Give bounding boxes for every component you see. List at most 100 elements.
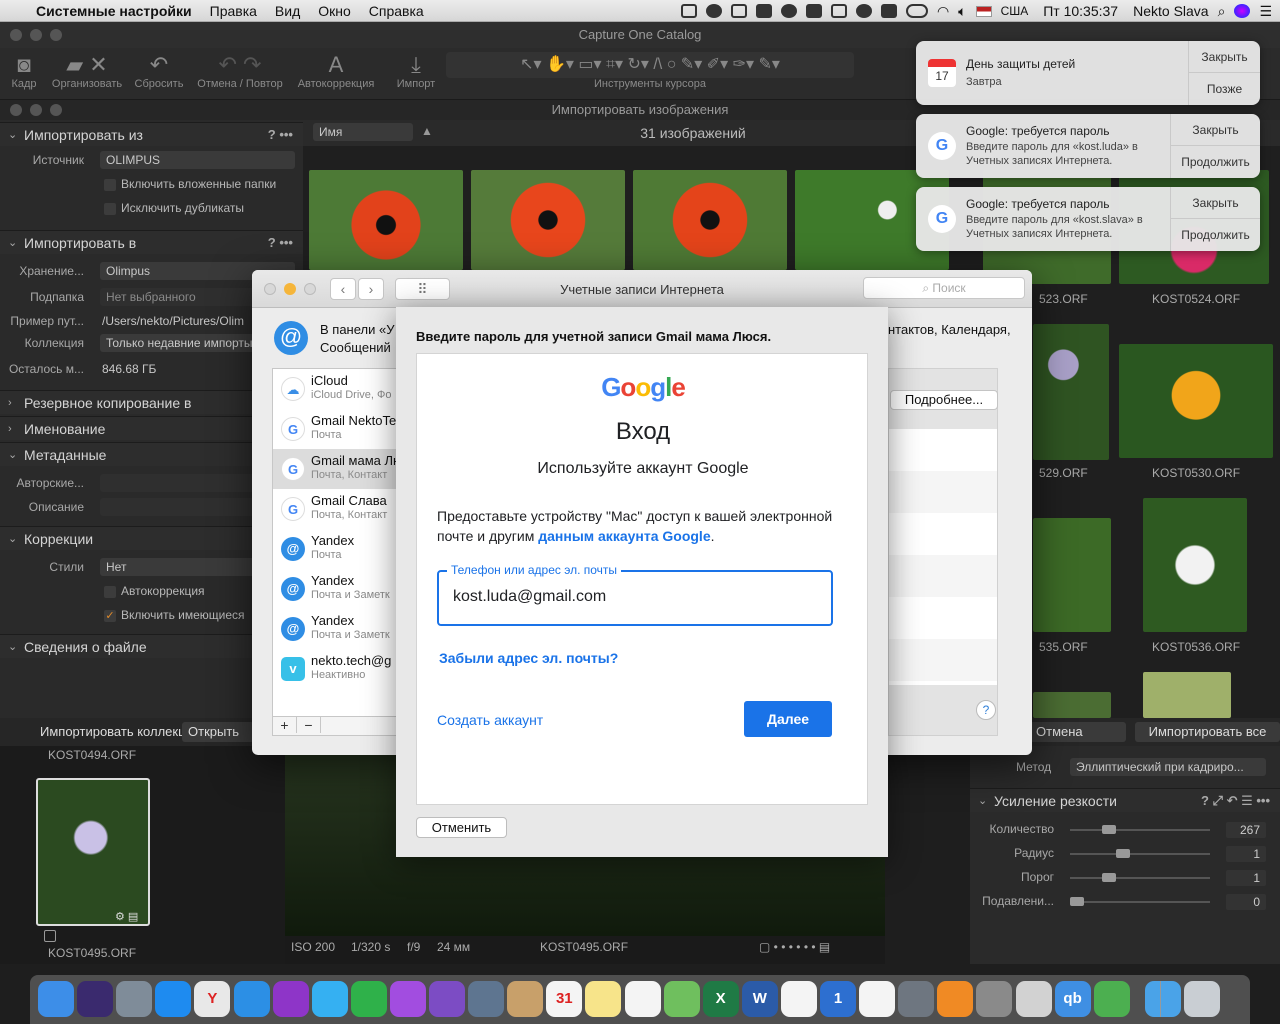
battery-widget-icon[interactable] bbox=[855, 4, 872, 18]
yandex-browser-icon[interactable]: Y bbox=[194, 981, 231, 1017]
image-capture-icon[interactable] bbox=[468, 981, 505, 1017]
telegram-like-icon[interactable] bbox=[389, 981, 426, 1017]
launchpad-icon[interactable] bbox=[116, 981, 153, 1017]
cancel-import-button[interactable]: Отмена bbox=[1030, 722, 1126, 742]
toolbar-auto-adjust[interactable]: A Автокоррекция bbox=[292, 48, 380, 90]
thumbnail-white-blooms[interactable] bbox=[1143, 498, 1247, 632]
exclude-duplicates-checkbox[interactable] bbox=[104, 203, 116, 215]
reminders-icon[interactable] bbox=[624, 981, 661, 1017]
account-row[interactable]: G Gmail мама Лю Почта, Контакт bbox=[273, 449, 409, 489]
sharpen-value[interactable]: 1 bbox=[1226, 870, 1266, 886]
siri-icon[interactable] bbox=[77, 981, 114, 1017]
toolbar-undo-redo[interactable]: ↶ ↷ Отмена / Повтор bbox=[192, 48, 288, 90]
sharpen-slider[interactable] bbox=[1070, 901, 1210, 903]
mail-status-icon[interactable] bbox=[805, 4, 822, 18]
method-select[interactable]: Эллиптический при кадриро... bbox=[1070, 758, 1266, 776]
creative-cloud-icon[interactable] bbox=[905, 4, 928, 18]
menu-app-name[interactable]: Системные настройки bbox=[36, 3, 192, 19]
app-store-icon[interactable] bbox=[155, 981, 192, 1017]
user-name[interactable]: Nekto Slava bbox=[1133, 3, 1208, 19]
thumbnail-poppy-1[interactable] bbox=[309, 170, 463, 270]
menu-view[interactable]: Вид bbox=[275, 3, 300, 19]
slider-knob[interactable] bbox=[1070, 897, 1084, 906]
display-icon[interactable] bbox=[830, 4, 847, 18]
toolbar-organize[interactable]: ▰ ✕ Организовать bbox=[46, 48, 128, 90]
system-preferences-icon[interactable] bbox=[976, 981, 1013, 1017]
downloads-icon[interactable] bbox=[1144, 981, 1181, 1017]
toolbar-capture[interactable]: ◙ Кадр bbox=[6, 48, 42, 90]
notification-close-button[interactable]: Закрыть bbox=[1188, 41, 1260, 73]
notification-calendar[interactable]: 17 День защиты детей Завтра Закрыть Позж… bbox=[916, 41, 1260, 105]
next-button[interactable]: Далее bbox=[744, 701, 832, 737]
add-account-button[interactable]: + bbox=[273, 717, 297, 733]
source-select[interactable]: OLIMPUS bbox=[100, 151, 295, 169]
email-field[interactable]: Телефон или адрес эл. почты kost.luda@gm… bbox=[437, 563, 833, 626]
notification-later-button[interactable]: Позже bbox=[1188, 73, 1260, 105]
adguard-icon[interactable] bbox=[1093, 981, 1130, 1017]
menu-window[interactable]: Окно bbox=[318, 3, 351, 19]
thumbnail-partial-2[interactable] bbox=[1143, 672, 1231, 718]
slider-knob[interactable] bbox=[1102, 825, 1117, 834]
include-subfolders-checkbox[interactable] bbox=[104, 179, 116, 191]
slider-knob[interactable] bbox=[1116, 849, 1131, 858]
thumbnail-poppy-2[interactable] bbox=[471, 170, 625, 270]
forgot-email-link[interactable]: Забыли адрес эл. почты? bbox=[439, 650, 618, 666]
thumbnail-grass[interactable] bbox=[1033, 518, 1111, 632]
notes-icon[interactable] bbox=[585, 981, 622, 1017]
import-all-button[interactable]: Импортировать все bbox=[1135, 722, 1280, 742]
auto-adjust-checkbox[interactable] bbox=[104, 586, 116, 598]
volume-icon[interactable]: 🔈︎ bbox=[958, 3, 966, 20]
messages-icon[interactable] bbox=[311, 981, 348, 1017]
filmstrip-thumbnail-selected[interactable] bbox=[36, 778, 150, 926]
cancel-button[interactable]: Отменить bbox=[416, 817, 507, 838]
include-existing-checkbox[interactable]: ✓ bbox=[104, 610, 116, 622]
account-row[interactable]: v nekto.tech@g Неактивно bbox=[273, 649, 409, 689]
input-source[interactable]: США bbox=[1001, 4, 1029, 18]
script-editor-icon[interactable] bbox=[1015, 981, 1052, 1017]
notification-google-slava[interactable]: G Google: требуется пароль Введите парол… bbox=[916, 187, 1260, 251]
viber-status-icon[interactable] bbox=[780, 4, 797, 18]
account-row[interactable]: @ Yandex Почта и Заметк bbox=[273, 609, 409, 649]
close-icon[interactable] bbox=[10, 29, 22, 41]
create-account-link[interactable]: Создать аккаунт bbox=[437, 712, 543, 728]
trash-icon[interactable] bbox=[1183, 981, 1220, 1017]
section-options-icon[interactable]: ? ••• bbox=[268, 123, 293, 147]
excel-icon[interactable]: X bbox=[702, 981, 739, 1017]
contacts-icon[interactable] bbox=[507, 981, 544, 1017]
sharpen-slider[interactable] bbox=[1070, 877, 1210, 879]
1password-icon[interactable] bbox=[705, 4, 722, 18]
books-icon[interactable] bbox=[937, 981, 974, 1017]
music-icon[interactable] bbox=[859, 981, 896, 1017]
account-row[interactable]: @ Yandex Почта и Заметк bbox=[273, 569, 409, 609]
toolbar-import[interactable]: ⤓ Импорт bbox=[392, 48, 440, 90]
section-sharpening[interactable]: ⌄ Усиление резкости? ⤢ ↶ ☰ ••• bbox=[970, 788, 1280, 812]
account-row[interactable]: ☁ iCloud iCloud Drive, Фо bbox=[273, 369, 409, 409]
section-options-icon[interactable]: ? ⤢ ↶ ☰ ••• bbox=[1201, 789, 1270, 813]
account-row[interactable]: G Gmail NektoTe Почта bbox=[273, 409, 409, 449]
rating-dots[interactable]: ▢ • • • • • • ▤ bbox=[759, 940, 830, 954]
section-import-from[interactable]: ⌄ Импортировать из? ••• bbox=[0, 122, 303, 146]
section-options-icon[interactable]: ? ••• bbox=[268, 231, 293, 255]
siri-status-icon[interactable] bbox=[1234, 4, 1251, 18]
photos-icon[interactable] bbox=[780, 981, 817, 1017]
help-button[interactable]: ? bbox=[976, 700, 996, 720]
maps-icon[interactable] bbox=[663, 981, 700, 1017]
notification-center-icon[interactable]: ☰ bbox=[1259, 3, 1272, 20]
filmstrip-checkbox[interactable] bbox=[44, 930, 56, 942]
adguard-status-icon[interactable] bbox=[880, 4, 897, 18]
search-field[interactable]: ⌕ Поиск bbox=[863, 277, 1025, 299]
open-collection-button[interactable]: Открыть ко bbox=[182, 722, 254, 742]
qbittorrent-icon[interactable]: qb bbox=[1054, 981, 1091, 1017]
email-field-value[interactable]: kost.luda@gmail.com bbox=[453, 588, 606, 606]
remove-account-button[interactable]: − bbox=[297, 717, 321, 733]
thumbnail-poppy-3[interactable] bbox=[633, 170, 787, 270]
capture-one-icon[interactable]: 1 bbox=[820, 981, 856, 1017]
finder-icon[interactable] bbox=[38, 981, 74, 1017]
details-button[interactable]: Подробнее... bbox=[890, 390, 998, 410]
section-import-to[interactable]: ⌄ Импортировать в? ••• bbox=[0, 230, 303, 254]
facetime-icon[interactable] bbox=[350, 981, 387, 1017]
cloud-icon[interactable] bbox=[755, 4, 772, 18]
dropbox-icon[interactable] bbox=[680, 4, 697, 18]
notification-close-button[interactable]: Закрыть bbox=[1170, 187, 1260, 219]
wifi-icon[interactable]: ◠ bbox=[937, 3, 949, 20]
